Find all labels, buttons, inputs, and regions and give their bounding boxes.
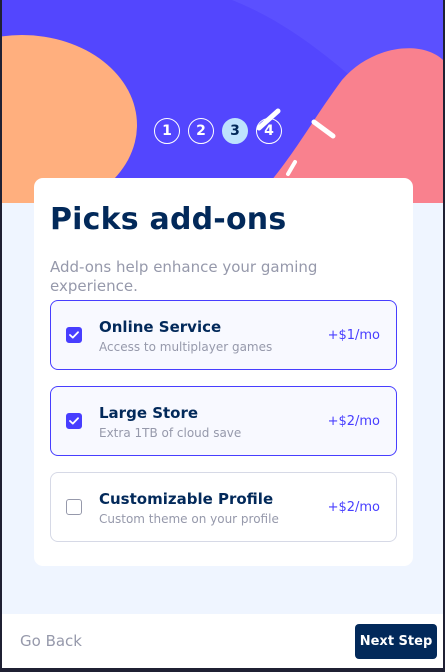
step-indicator: 1 2 3 4 <box>154 118 282 144</box>
navigation-footer: Go Back Next Step <box>2 614 443 668</box>
large-store-checkbox[interactable] <box>66 413 82 429</box>
app-viewport: 1 2 3 4 Picks add-ons Add-ons help enhan… <box>2 0 443 668</box>
addon-price: +$1/mo <box>327 328 380 343</box>
addon-online-service[interactable]: Online Service Access to multiplayer gam… <box>50 300 397 370</box>
addon-customizable-profile[interactable]: Customizable Profile Custom theme on you… <box>50 472 397 542</box>
addon-description: Extra 1TB of cloud save <box>99 426 242 440</box>
addon-large-store[interactable]: Large Store Extra 1TB of cloud save +$2/… <box>50 386 397 456</box>
online-service-checkbox[interactable] <box>66 327 82 343</box>
sidebar-hero-background <box>2 0 443 203</box>
page-subtitle: Add-ons help enhance your gaming experie… <box>50 258 318 295</box>
go-back-link[interactable]: Go Back <box>20 632 82 650</box>
step-1-circle: 1 <box>154 118 180 144</box>
addon-name: Customizable Profile <box>99 490 274 508</box>
checkmark-icon <box>69 417 79 425</box>
page-title: Picks add-ons <box>50 202 287 237</box>
add-ons-card: Picks add-ons Add-ons help enhance your … <box>34 178 413 566</box>
next-step-button[interactable]: Next Step <box>355 624 437 659</box>
add-ons-list: Online Service Access to multiplayer gam… <box>50 300 397 542</box>
addon-description: Access to multiplayer games <box>99 340 273 354</box>
customizable-profile-checkbox[interactable] <box>66 499 82 515</box>
addon-price: +$2/mo <box>327 414 380 429</box>
step-4-circle: 4 <box>256 118 282 144</box>
step-2-circle: 2 <box>188 118 214 144</box>
hero-background-art <box>2 0 443 203</box>
addon-name: Large Store <box>99 404 199 422</box>
checkmark-icon <box>69 331 79 339</box>
addon-price: +$2/mo <box>327 500 380 515</box>
addon-description: Custom theme on your profile <box>99 512 279 526</box>
step-3-circle: 3 <box>222 118 248 144</box>
addon-name: Online Service <box>99 318 222 336</box>
